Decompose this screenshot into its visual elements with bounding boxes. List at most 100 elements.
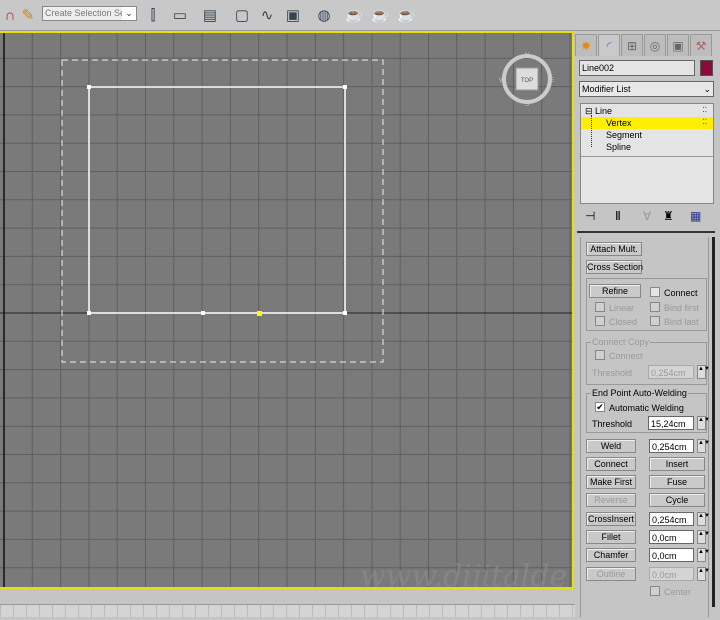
spinner[interactable]: ▲▼ [697, 416, 710, 430]
named-selection-dropdown[interactable]: Create Selection Se ⌄ [42, 6, 137, 21]
connect-label: Connect [664, 288, 698, 298]
connect-checkbox[interactable] [650, 287, 660, 297]
magnet-icon[interactable]: ∩ [0, 6, 20, 26]
cross-section-button[interactable]: Cross Section [586, 260, 643, 274]
linear-label: Linear [609, 303, 635, 313]
closed-label: Closed [609, 317, 638, 327]
watermark: www.dijitalde [360, 559, 567, 589]
outline-input[interactable]: 0,0cm [649, 567, 694, 581]
connect-copy-checkbox[interactable] [595, 350, 605, 360]
connect-copy-threshold-input[interactable]: 0,254cm [648, 365, 694, 379]
bind-first-checkbox[interactable] [650, 302, 660, 312]
viewport-top[interactable]: TOP N S E W www.dijitalde [0, 31, 574, 589]
tab-create[interactable]: ✸ [575, 34, 597, 56]
viewcube-west: W [499, 78, 505, 84]
tab-modify[interactable]: ◜ [598, 34, 620, 56]
selection-bounding-box [61, 59, 384, 363]
tab-utilities[interactable]: ⚒ [690, 34, 712, 56]
bind-last-label: Bind last [664, 317, 699, 327]
fillet-button[interactable]: Fillet [586, 530, 636, 544]
automatic-welding-checkbox[interactable]: ✔ [595, 402, 605, 412]
time-slider-track[interactable] [0, 604, 575, 617]
vertex[interactable] [87, 311, 91, 315]
selection-set-text: Create Selection Se [45, 8, 126, 18]
cross-insert-button[interactable]: CrossInsert [586, 512, 636, 526]
modifier-list-text: Modifier List [582, 84, 631, 94]
viewcube-face[interactable]: TOP [521, 78, 533, 84]
cross-insert-input[interactable]: 0,254cm [649, 512, 694, 526]
edit-named-selection-icon[interactable]: ✎ [18, 6, 38, 26]
spinner[interactable]: ▲▼ [697, 530, 710, 544]
panel-scrollbar[interactable] [712, 237, 715, 607]
closed-checkbox[interactable] [595, 316, 605, 326]
spinner[interactable]: ▲▼ [697, 567, 710, 581]
connect-button[interactable]: Connect [586, 457, 636, 471]
vertex[interactable] [87, 85, 91, 89]
show-end-result-icon[interactable]: Ⅱ [615, 209, 621, 223]
layer-manager-icon[interactable]: ▤ [200, 6, 220, 26]
tree-line [591, 115, 603, 147]
curve-editor-icon[interactable]: ∿ [257, 6, 277, 26]
cycle-button[interactable]: Cycle [649, 493, 705, 507]
object-color-swatch[interactable] [700, 60, 713, 76]
make-unique-icon[interactable]: ∀ [643, 209, 651, 223]
connect-copy-title: Connect Copy [591, 337, 651, 347]
insert-button[interactable]: Insert [649, 457, 705, 471]
automatic-welding-label: Automatic Welding [609, 403, 684, 413]
spinner[interactable]: ▲▼ [697, 365, 710, 379]
viewport-canvas[interactable]: TOP N S E W www.dijitalde [0, 33, 574, 589]
schematic-view-icon[interactable]: ▣ [283, 6, 303, 26]
weld-button[interactable]: Weld [586, 439, 636, 453]
spinner[interactable]: ▲▼ [697, 512, 710, 526]
vertex[interactable] [343, 311, 347, 315]
vertex[interactable] [201, 311, 205, 315]
tab-display[interactable]: ▣ [667, 34, 689, 56]
make-first-button[interactable]: Make First [586, 475, 636, 489]
main-toolbar: ∩ ✎ Create Selection Se ⌄ ⫿ ▭ ▤ ▢ ∿ ▣ ◍ ☕… [0, 0, 720, 31]
threshold-label: Threshold [592, 419, 633, 429]
auto-weld-threshold-input[interactable]: 15,24cm [648, 416, 694, 430]
align-icon[interactable]: ▭ [170, 6, 190, 26]
pin-stack-icon[interactable]: ⊣ [585, 209, 595, 223]
vertex[interactable] [343, 85, 347, 89]
reverse-button[interactable]: Reverse [586, 493, 636, 507]
configure-modifier-sets-icon[interactable]: ▦ [690, 209, 701, 223]
render-setup-icon[interactable]: ☕ [344, 6, 364, 26]
center-checkbox[interactable] [650, 586, 660, 596]
fuse-button[interactable]: Fuse [649, 475, 705, 489]
divider [581, 156, 713, 157]
viewcube-north: N [525, 53, 529, 59]
viewcube[interactable]: TOP N S E W [499, 53, 554, 108]
weld-threshold-input[interactable]: 0,254cm [649, 439, 694, 453]
mirror-icon[interactable]: ⫿ [143, 6, 163, 26]
spinner[interactable]: ▲▼ [697, 548, 710, 562]
auto-welding-title: End Point Auto-Welding [591, 388, 688, 398]
render-icon[interactable]: ☕ [396, 6, 416, 26]
center-label: Center [664, 587, 692, 597]
threshold-label: Threshold [592, 368, 633, 378]
material-editor-icon[interactable]: ◍ [314, 6, 334, 26]
object-name-input[interactable]: Line002 [579, 60, 695, 76]
selected-vertex[interactable] [257, 311, 262, 316]
modifier-list-dropdown[interactable]: Modifier List ⌄ [579, 81, 714, 97]
viewcube-south: S [525, 102, 529, 108]
fillet-input[interactable]: 0,0cm [649, 530, 694, 544]
linear-checkbox[interactable] [595, 302, 605, 312]
scene-explorer-icon[interactable]: ▢ [232, 6, 252, 26]
outline-button[interactable]: Outline [586, 567, 636, 581]
tab-hierarchy[interactable]: ⊞ [621, 34, 643, 56]
render-frame-icon[interactable]: ☕ [370, 6, 390, 26]
tab-motion[interactable]: ◎ [644, 34, 666, 56]
bind-last-checkbox[interactable] [650, 316, 660, 326]
chevron-down-icon: ⌄ [122, 7, 136, 20]
remove-modifier-icon[interactable]: ♜ [663, 209, 674, 223]
chamfer-button[interactable]: Chamfer [586, 548, 636, 562]
refine-button[interactable]: Refine [589, 284, 641, 298]
attach-mult-button[interactable]: Attach Mult. [586, 242, 642, 256]
bind-first-label: Bind first [664, 303, 700, 313]
divider [577, 231, 715, 233]
modifier-stack[interactable]: ⊟ Line ⁚⁚ Vertex ⁚⁚ Segment Spline [580, 103, 714, 204]
chamfer-input[interactable]: 0,0cm [649, 548, 694, 562]
command-panel: ✸ ◜ ⊞ ◎ ▣ ⚒ Line002 Modifier List ⌄ ⊟ Line… [575, 31, 720, 620]
spinner[interactable]: ▲▼ [697, 439, 710, 453]
